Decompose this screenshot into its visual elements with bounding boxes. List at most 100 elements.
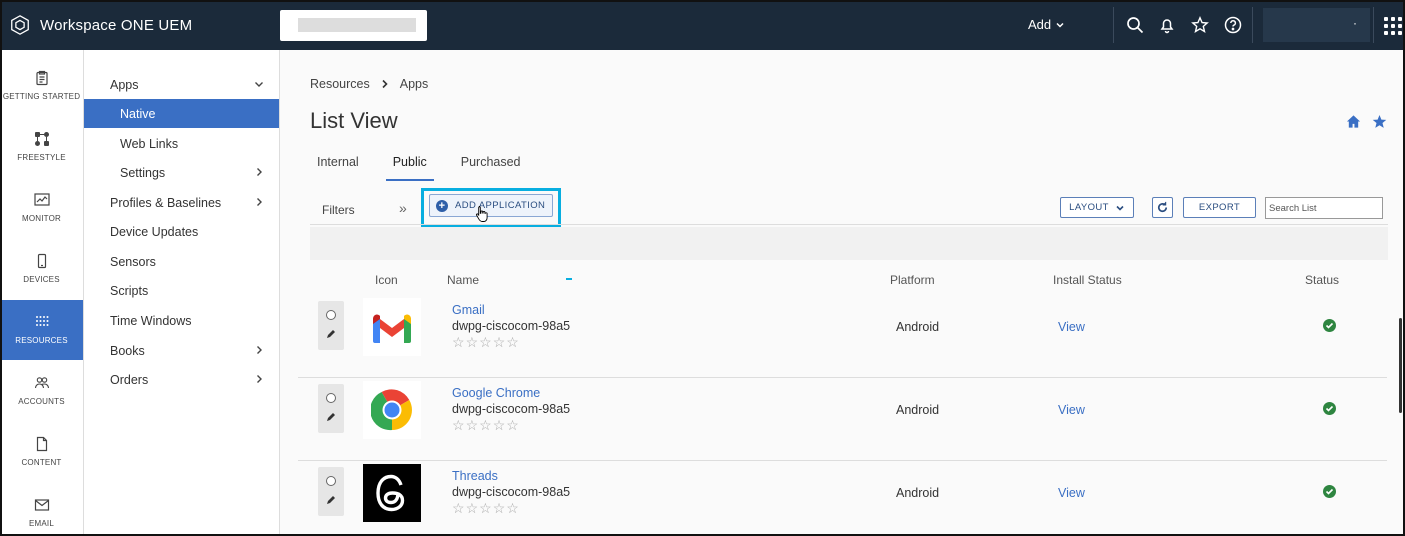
edit-pencil-icon[interactable]: [325, 494, 337, 506]
device-icon: [37, 253, 46, 269]
favorite-star-icon[interactable]: [1372, 114, 1387, 129]
breadcrumb: Resources Apps: [310, 77, 428, 91]
nav-item-time-windows[interactable]: Time Windows: [84, 306, 279, 335]
nav-item-label: Device Updates: [110, 224, 199, 239]
table-row[interactable]: Gmail dwpg-ciscocom-98a5 ☆ ☆ ☆ ☆ ☆ Android V…: [298, 295, 1387, 378]
vertical-scrollbar[interactable]: [1399, 318, 1402, 413]
column-header-status[interactable]: Status: [1305, 273, 1339, 287]
chevron-down-icon: [1116, 205, 1124, 211]
page-title: List View: [310, 108, 398, 133]
nav-item-books[interactable]: Books: [84, 336, 279, 365]
column-header-icon: Icon: [375, 273, 398, 287]
rail-email[interactable]: EMAIL: [0, 483, 83, 536]
workspace-one-logo-icon: [11, 15, 29, 35]
sort-indicator: [566, 278, 572, 280]
row-select-radio[interactable]: [326, 476, 336, 486]
freestyle-icon: [34, 132, 49, 146]
chevron-down-icon: [1056, 22, 1064, 28]
column-header-name[interactable]: Name: [447, 273, 479, 287]
tab-purchased[interactable]: Purchased: [454, 151, 528, 181]
add-menu-label: Add: [1028, 17, 1052, 32]
brand[interactable]: Workspace ONE UEM: [9, 14, 269, 36]
rating-stars: ☆ ☆ ☆ ☆ ☆: [452, 417, 519, 433]
platform-cell: Android: [896, 403, 940, 417]
home-icon[interactable]: [1346, 114, 1361, 129]
nav-item-label: Settings: [120, 165, 166, 180]
chevron-right-icon: [257, 346, 262, 354]
install-status-view-link[interactable]: View: [1058, 403, 1085, 417]
search-icon[interactable]: [1125, 15, 1145, 35]
status-check-icon: [1323, 402, 1336, 415]
gmail-icon: [363, 298, 421, 356]
rail-accounts[interactable]: ACCOUNTS: [0, 361, 83, 421]
user-menu[interactable]: ·: [1263, 8, 1370, 42]
nav-item-sensors[interactable]: Sensors: [84, 247, 279, 276]
rail-freestyle[interactable]: FREESTYLE: [0, 117, 83, 177]
add-application-label: ADD APPLICATION: [455, 200, 546, 211]
star-icon[interactable]: [1190, 15, 1210, 35]
refresh-button[interactable]: [1152, 197, 1173, 218]
resources-icon: [35, 316, 48, 326]
tab-internal[interactable]: Internal: [310, 151, 366, 181]
breadcrumb-resources[interactable]: Resources: [310, 77, 370, 91]
app-identifier: dwpg-ciscocom-98a5: [452, 485, 571, 499]
left-rail: GETTING STARTED FREESTYLE MONITOR DEVICE…: [0, 50, 84, 536]
column-header-platform[interactable]: Platform: [890, 273, 935, 287]
clipboard-icon: [35, 70, 48, 86]
rail-label: CONTENT: [21, 458, 62, 467]
row-select-radio[interactable]: [326, 310, 336, 320]
row-select-radio[interactable]: [326, 393, 336, 403]
tab-public[interactable]: Public: [385, 151, 434, 181]
search-list-input[interactable]: [1265, 197, 1383, 219]
nav-item-apps[interactable]: Apps: [84, 70, 279, 99]
org-group-selector[interactable]: [280, 10, 427, 41]
nav-item-native[interactable]: Native: [84, 99, 279, 128]
tab-bar: Internal Public Purchased: [310, 151, 548, 181]
nav-item-settings[interactable]: Settings: [84, 158, 279, 187]
nav-item-scripts[interactable]: Scripts: [84, 276, 279, 305]
main-content: Resources Apps List View Internal Public…: [280, 50, 1403, 536]
nav-item-orders[interactable]: Orders: [84, 365, 279, 394]
add-menu[interactable]: Add: [1028, 17, 1065, 32]
app-name-link[interactable]: Threads: [452, 469, 498, 483]
rail-content[interactable]: CONTENT: [0, 422, 83, 482]
rail-getting-started[interactable]: GETTING STARTED: [0, 56, 83, 116]
rating-stars: ☆ ☆ ☆ ☆ ☆: [452, 334, 519, 350]
nav-item-label: Web Links: [120, 136, 179, 151]
chevron-down-icon: [255, 82, 263, 87]
edit-pencil-icon[interactable]: [325, 411, 337, 423]
rail-devices[interactable]: DEVICES: [0, 239, 83, 299]
app-name-link[interactable]: Google Chrome: [452, 386, 540, 400]
app-launcher-icon[interactable]: [1384, 17, 1402, 35]
divider: [1113, 7, 1114, 43]
edit-pencil-icon[interactable]: [325, 328, 337, 340]
bell-icon[interactable]: [1157, 15, 1177, 35]
rail-label: ACCOUNTS: [18, 397, 65, 406]
chevron-right-icon: [382, 79, 388, 89]
nav-item-device-updates[interactable]: Device Updates: [84, 217, 279, 246]
install-status-view-link[interactable]: View: [1058, 320, 1085, 334]
chevron-right-icon: [257, 198, 262, 206]
nav-item-profiles-baselines[interactable]: Profiles & Baselines: [84, 188, 279, 217]
filter-summary-bar: [310, 227, 1388, 260]
rail-monitor[interactable]: MONITOR: [0, 178, 83, 238]
app-name-link[interactable]: Gmail: [452, 303, 485, 317]
add-application-button[interactable]: + ADD APPLICATION: [429, 194, 553, 217]
rail-label: GETTING STARTED: [2, 92, 81, 101]
column-header-install-status: Install Status: [1053, 273, 1122, 287]
help-icon[interactable]: [1223, 15, 1243, 35]
rail-resources[interactable]: RESOURCES: [0, 300, 83, 360]
top-bar: Workspace ONE UEM Add ·: [0, 0, 1405, 50]
platform-cell: Android: [896, 320, 940, 334]
breadcrumb-apps[interactable]: Apps: [400, 77, 429, 91]
nav-item-web-links[interactable]: Web Links: [84, 129, 279, 158]
nav-item-label: Profiles & Baselines: [110, 195, 222, 210]
table-row[interactable]: Google Chrome dwpg-ciscocom-98a5 ☆ ☆ ☆ ☆ ☆ A…: [298, 378, 1387, 461]
table-row[interactable]: Threads dwpg-ciscocom-98a5 ☆ ☆ ☆ ☆ ☆ Android…: [298, 461, 1387, 536]
export-button[interactable]: EXPORT: [1183, 197, 1256, 218]
expand-filters-icon[interactable]: »: [399, 200, 407, 216]
layout-button[interactable]: LAYOUT: [1060, 197, 1134, 218]
divider: [1252, 7, 1253, 43]
install-status-view-link[interactable]: View: [1058, 486, 1085, 500]
filters-label[interactable]: Filters: [322, 203, 355, 217]
